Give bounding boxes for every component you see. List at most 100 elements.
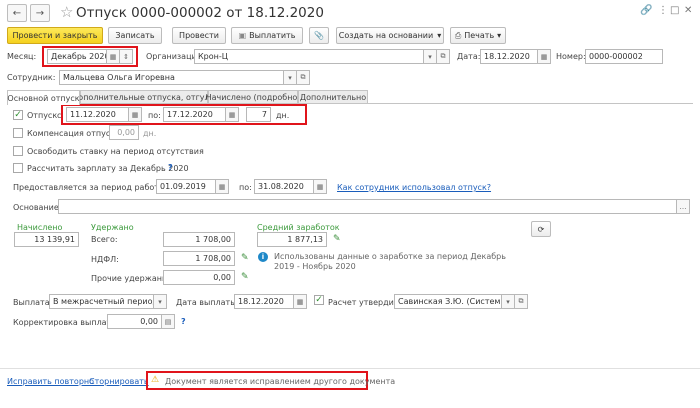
- ndfl-field[interactable]: 1 708,00: [163, 251, 235, 266]
- accrued-field[interactable]: 13 139,91: [14, 232, 79, 247]
- vacation-period-highlight: [61, 104, 307, 125]
- vacation-checkbox[interactable]: ✓: [13, 110, 23, 120]
- calc-salary-checkbox[interactable]: [13, 163, 23, 173]
- free-rate-checkbox[interactable]: [13, 146, 23, 156]
- post-button[interactable]: Провести: [172, 27, 226, 44]
- compensation-days-field[interactable]: 0,00: [109, 125, 139, 140]
- compensation-label: Компенсация отпуска: [27, 129, 120, 138]
- total-withheld-field[interactable]: 1 708,00: [163, 232, 235, 247]
- check-icon: ✓: [315, 294, 323, 305]
- refresh-button[interactable]: ⟳: [531, 221, 551, 237]
- calendar-icon[interactable]: ▦: [538, 49, 551, 64]
- calc-salary-label: Рассчитать зарплату за Декабрь 2020: [27, 164, 189, 173]
- date-label: Дата:: [457, 52, 481, 61]
- calendar-icon[interactable]: ▦: [294, 294, 307, 309]
- correction-label: Корректировка выплаты:: [13, 318, 121, 327]
- create-based-button[interactable]: Создать на основании ▾: [336, 27, 444, 44]
- more-icon[interactable]: ⋮: [658, 5, 668, 16]
- vacation-label: Отпуск: [27, 111, 58, 120]
- ndfl-label: НДФЛ:: [91, 255, 119, 264]
- approver-field[interactable]: Савинская З.Ю. (Системны: [394, 294, 502, 309]
- maximize-icon[interactable]: □: [670, 5, 679, 16]
- withheld-label: Удержано: [91, 223, 134, 232]
- check-icon: ✓: [14, 109, 22, 120]
- basis-label: Основание:: [13, 203, 62, 212]
- basis-field[interactable]: [58, 199, 677, 214]
- period-to-label: по:: [239, 183, 252, 192]
- tab-additional-vacations[interactable]: Дополнительные отпуска, отгулы: [72, 90, 216, 104]
- avg-earnings-field[interactable]: 1 877,13: [257, 232, 327, 247]
- compensation-checkbox[interactable]: [13, 128, 23, 138]
- number-label: Номер:: [556, 52, 586, 61]
- payout-date-label: Дата выплаты:: [176, 298, 240, 307]
- month-label: Месяц:: [7, 52, 37, 61]
- link-icon[interactable]: 🔗: [640, 5, 652, 16]
- favorite-star-icon[interactable]: ☆: [60, 3, 73, 21]
- pencil-icon[interactable]: ✎: [241, 253, 249, 263]
- close-icon[interactable]: ✕: [684, 5, 692, 16]
- attach-button[interactable]: 📎: [309, 27, 329, 44]
- fix-again-link[interactable]: Исправить повторно: [7, 377, 94, 386]
- period-label: Предоставляется за период работы с:: [13, 183, 175, 192]
- back-button[interactable]: ←: [7, 4, 27, 22]
- help-icon[interactable]: ?: [168, 163, 173, 172]
- date-field[interactable]: 18.12.2020: [480, 49, 538, 64]
- payout-date-field[interactable]: 18.12.2020: [234, 294, 294, 309]
- tab-accrued-detailed[interactable]: Начислено (подробно): [206, 90, 300, 104]
- pay-button[interactable]: ▣ Выплатить: [231, 27, 303, 44]
- open-icon[interactable]: ⧉: [437, 49, 450, 64]
- calendar-icon[interactable]: ▦: [216, 179, 229, 194]
- calendar-icon[interactable]: ▦: [314, 179, 327, 194]
- paperclip-icon: 📎: [314, 31, 324, 40]
- help-icon[interactable]: ?: [181, 317, 186, 326]
- approved-checkbox[interactable]: ✓: [314, 295, 324, 305]
- footer-divider: [0, 368, 700, 369]
- chevron-down-icon[interactable]: ▾: [424, 49, 437, 64]
- arrow-right-icon: →: [35, 7, 45, 19]
- info-icon: i: [258, 252, 268, 262]
- print-button[interactable]: ⎙ Печать ▾: [450, 27, 506, 44]
- chevron-down-icon[interactable]: ▾: [154, 294, 167, 309]
- month-highlight: [42, 46, 138, 67]
- organization-field[interactable]: Крон-Ц: [194, 49, 424, 64]
- page-title: Отпуск 0000-000002 от 18.12.2020: [76, 5, 324, 21]
- accrued-label: Начислено: [17, 223, 63, 232]
- save-button[interactable]: Записать: [108, 27, 162, 44]
- reverse-link[interactable]: Сторнировать: [89, 377, 149, 386]
- warning-text: Документ является исправлением другого д…: [165, 377, 396, 386]
- warning-icon: ⚠: [151, 375, 160, 385]
- usage-link[interactable]: Как сотрудник использовал отпуск?: [337, 183, 491, 192]
- earnings-period-info: Использованы данные о заработке за перио…: [274, 252, 506, 271]
- post-and-close-button[interactable]: Провести и закрыть: [7, 27, 103, 44]
- pencil-icon[interactable]: ✎: [333, 234, 341, 244]
- forward-button[interactable]: →: [30, 4, 50, 22]
- free-rate-label: Освободить ставку на период отсутствия: [27, 147, 204, 156]
- employee-label: Сотрудник:: [7, 73, 56, 82]
- payout-type-field[interactable]: В межрасчетный период: [49, 294, 154, 309]
- tab-additional[interactable]: Дополнительно: [298, 90, 368, 104]
- avg-earnings-label: Средний заработок: [257, 223, 340, 232]
- approved-label: Расчет утвердил: [328, 298, 399, 307]
- total-label: Всего:: [91, 235, 118, 244]
- chevron-down-icon[interactable]: ▾: [502, 294, 515, 309]
- open-icon[interactable]: ⧉: [515, 294, 528, 309]
- tab-main-vacation[interactable]: Основной отпуск: [7, 90, 80, 105]
- compensation-unit-label: дн.: [143, 129, 157, 138]
- calculator-icon[interactable]: ▤: [162, 314, 175, 329]
- pay-icon: ▣: [238, 31, 247, 40]
- chevron-down-icon[interactable]: ▾: [284, 70, 297, 85]
- refresh-icon: ⟳: [537, 224, 545, 234]
- employee-field[interactable]: Мальцева Ольга Игоревна: [59, 70, 284, 85]
- period-end-field[interactable]: 31.08.2020: [254, 179, 314, 194]
- correction-field[interactable]: 0,00: [107, 314, 162, 329]
- number-field[interactable]: 0000-000002: [585, 49, 663, 64]
- chevron-down-icon: ▾: [437, 31, 442, 40]
- other-withholdings-field[interactable]: 0,00: [163, 270, 235, 285]
- open-icon[interactable]: ⧉: [297, 70, 310, 85]
- pencil-icon[interactable]: ✎: [241, 272, 249, 282]
- payout-label: Выплата:: [13, 298, 53, 307]
- period-start-field[interactable]: 01.09.2019: [156, 179, 216, 194]
- chevron-down-icon: ▾: [497, 31, 502, 40]
- printer-icon: ⎙: [454, 30, 462, 40]
- ellipsis-icon[interactable]: …: [677, 199, 690, 214]
